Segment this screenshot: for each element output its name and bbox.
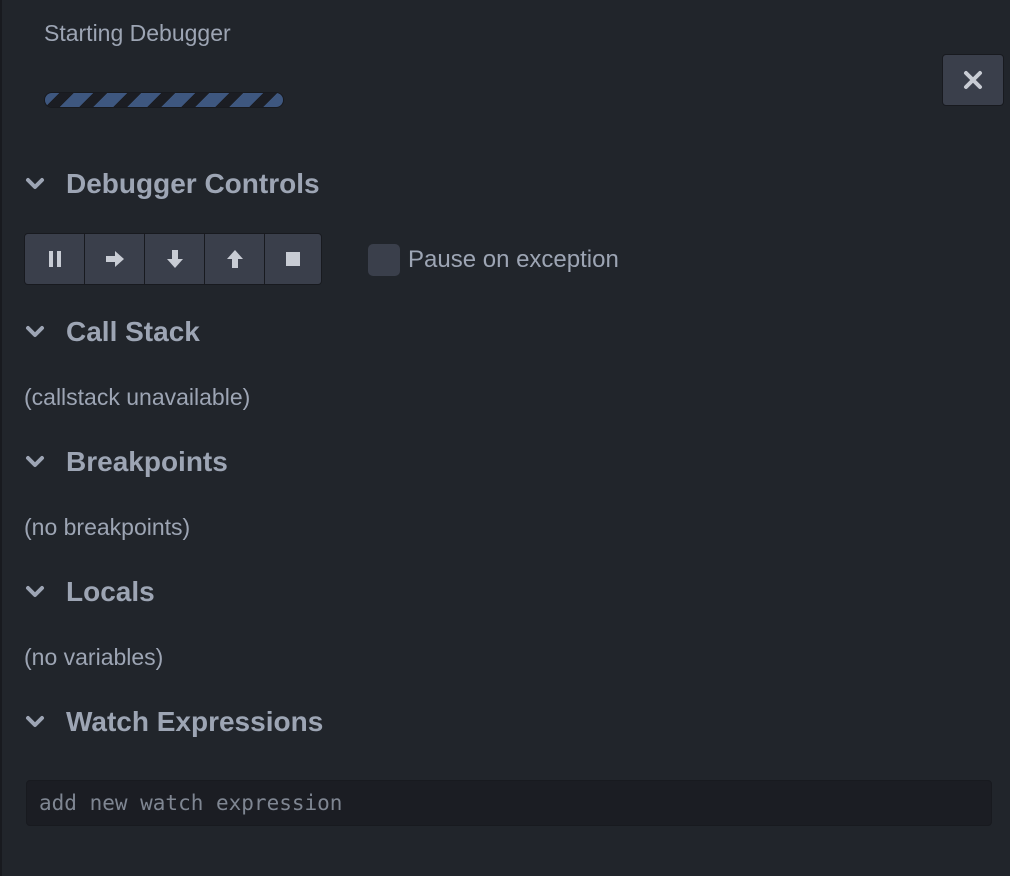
stop-icon: [286, 252, 300, 266]
step-out-icon: [226, 250, 243, 268]
breakpoints-empty-message: (no breakpoints): [24, 514, 191, 540]
section-title: Breakpoints: [66, 446, 228, 477]
step-over-button[interactable]: [85, 234, 145, 284]
section-header-watch-expressions[interactable]: Watch Expressions: [24, 706, 323, 738]
chevron-down-icon: [26, 456, 44, 467]
locals-empty-message: (no variables): [24, 644, 164, 670]
pause-button[interactable]: [25, 234, 85, 284]
callstack-empty-message: (callstack unavailable): [24, 384, 251, 410]
chevron-down-icon: [26, 716, 44, 727]
close-icon: [964, 71, 982, 89]
section-title: Locals: [66, 576, 155, 607]
pause-on-exception[interactable]: Pause on exception: [368, 244, 619, 276]
chevron-down-icon: [26, 178, 44, 189]
section-title: Watch Expressions: [66, 706, 324, 737]
stop-button[interactable]: [265, 234, 321, 284]
debugger-status-title: Starting Debugger: [44, 20, 231, 46]
step-over-icon: [105, 251, 124, 267]
chevron-down-icon: [26, 586, 44, 597]
section-title: Debugger Controls: [66, 168, 320, 199]
section-header-locals[interactable]: Locals: [24, 576, 155, 608]
section-title: Call Stack: [66, 316, 200, 347]
step-into-button[interactable]: [145, 234, 205, 284]
section-header-breakpoints[interactable]: Breakpoints: [24, 446, 228, 478]
close-button[interactable]: [942, 54, 1004, 106]
debugger-controls-toolbar: [24, 233, 322, 285]
progress-bar-fill: [45, 93, 283, 107]
watch-expression-input[interactable]: [26, 780, 992, 826]
pause-on-exception-checkbox[interactable]: [368, 244, 400, 276]
chevron-down-icon: [26, 326, 44, 337]
step-into-icon: [166, 250, 183, 268]
pause-icon: [48, 251, 61, 267]
section-header-call-stack[interactable]: Call Stack: [24, 316, 200, 348]
debugger-panel: Starting Debugger Debugger Controls Paus…: [0, 0, 1010, 876]
section-header-debugger-controls[interactable]: Debugger Controls: [24, 168, 320, 200]
pause-on-exception-label: Pause on exception: [408, 246, 619, 273]
progress-bar: [44, 92, 284, 108]
step-out-button[interactable]: [205, 234, 265, 284]
